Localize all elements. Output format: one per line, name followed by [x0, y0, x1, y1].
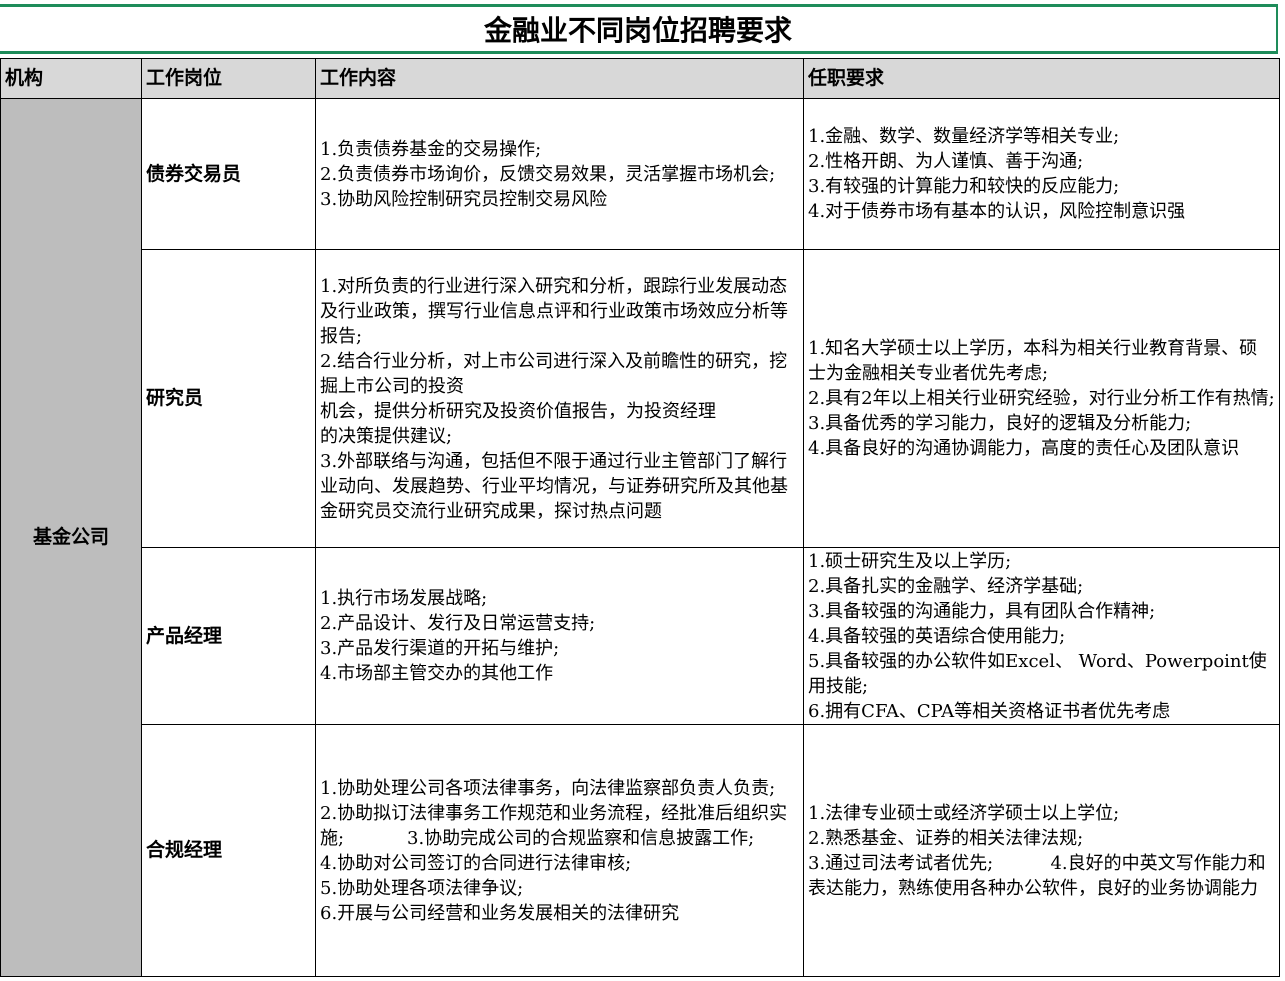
requirement-line: 3.具备优秀的学习能力，良好的逻辑及分析能力; [808, 413, 1192, 434]
header-row: 机构 工作岗位 工作内容 任职要求 [0, 58, 1280, 99]
content-line: 机会，提供分析研究及投资价值报告，为投资经理 [320, 400, 716, 422]
content-line: 1.负责债券基金的交易操作; [320, 138, 542, 160]
requirement-line: 2.性格开朗、为人谨慎、善于沟通; [808, 151, 1084, 172]
content-line: 1.协助处理公司各项法律事务，向法律监察部负责人负责; [320, 777, 776, 799]
requirement-line: 1.法律专业硕士或经济学硕士以上学位; [808, 802, 1120, 824]
requirement-line: 4.具备较强的英语综合使用能力; [808, 625, 1066, 647]
content-line: 5.协助处理各项法律争议; [320, 877, 524, 899]
content-line: 2.负责债券市场询价，反馈交易效果，灵活掌握市场机会; [320, 163, 776, 185]
requirement-line: 3.通过司法考试者优先; 4.良好的中英文写作能力和表达能力，熟练使用各种办公软… [808, 852, 1266, 899]
header-org[interactable]: 机构 [0, 58, 142, 99]
content-line: 4.市场部主管交办的其他工作 [320, 663, 554, 684]
requirement-line: 3.具备较强的沟通能力，具有团队合作精神; [808, 600, 1156, 622]
content-line: 2.协助拟订法律事务工作规范和业务流程，经批准后组织实施; 3.协助完成公司的合… [320, 802, 788, 849]
requirement-line: 2.熟悉基金、证券的相关法律法规; [808, 827, 1084, 849]
requirement-line: 4.具备良好的沟通协调能力，高度的责任心及团队意识 [808, 438, 1240, 459]
requirement-line: 1.金融、数学、数量经济学等相关专业; [808, 126, 1120, 147]
requirements-cell[interactable]: 1.法律专业硕士或经济学硕士以上学位; 2.熟悉基金、证券的相关法律法规; 3.… [803, 724, 1280, 977]
requirement-line: 2.具备扎实的金融学、经济学基础; [808, 575, 1084, 597]
requirements-cell[interactable]: 1.金融、数学、数量经济学等相关专业; 2.性格开朗、为人谨慎、善于沟通; 3.… [803, 98, 1280, 250]
requirements-cell[interactable]: 1.知名大学硕士以上学历，本科为相关行业教育背景、硕士为金融相关专业者优先考虑;… [803, 249, 1280, 548]
content-line: 1.执行市场发展战略; [320, 588, 488, 609]
content-line: 1.对所负责的行业进行深入研究和分析，跟踪行业发展动态及行业政策，撰写行业信息点… [320, 275, 788, 347]
header-position[interactable]: 工作岗位 [141, 58, 316, 99]
content-line: 4.协助对公司签订的合同进行法律审核; [320, 852, 632, 874]
position-cell[interactable]: 研究员 [141, 249, 316, 548]
content-line: 3.外部联络与沟通，包括但不限于通过行业主管部门了解行业动向、发展趋势、行业平均… [320, 450, 788, 522]
requirement-line: 1.知名大学硕士以上学历，本科为相关行业教育背景、硕士为金融相关专业者优先考虑; [808, 338, 1258, 384]
table-row: 合规经理 1.协助处理公司各项法律事务，向法律监察部负责人负责; 2.协助拟订法… [1, 724, 1280, 977]
position-cell[interactable]: 合规经理 [141, 724, 316, 977]
requirement-line: 5.具备较强的办公软件如Excel、 Word、Powerpoint使用技能; [808, 650, 1267, 697]
content-line: 2.结合行业分析，对上市公司进行深入及前瞻性的研究，挖掘上市公司的投资 [320, 350, 788, 397]
org-cell[interactable]: 基金公司 [0, 98, 142, 977]
position-cell[interactable]: 产品经理 [141, 547, 316, 725]
requirement-line: 3.有较强的计算能力和较快的反应能力; [808, 176, 1120, 197]
content-line: 3.产品发行渠道的开拓与维护; [320, 638, 560, 659]
content-cell[interactable]: 1.对所负责的行业进行深入研究和分析，跟踪行业发展动态及行业政策，撰写行业信息点… [315, 249, 804, 548]
requirement-line: 4.对于债券市场有基本的认识，风险控制意识强 [808, 201, 1186, 222]
content-line: 的决策提供建议; [320, 425, 453, 447]
header-requirements[interactable]: 任职要求 [803, 58, 1280, 99]
content-line: 3.协助风险控制研究员控制交易风险 [320, 188, 608, 210]
requirements-cell[interactable]: 1.硕士研究生及以上学历; 2.具备扎实的金融学、经济学基础; 3.具备较强的沟… [803, 547, 1280, 725]
header-content[interactable]: 工作内容 [315, 58, 804, 99]
sheet-title: 金融业不同岗位招聘要求 [0, 4, 1278, 54]
content-cell[interactable]: 1.负责债券基金的交易操作; 2.负责债券市场询价，反馈交易效果，灵活掌握市场机… [315, 98, 804, 250]
requirement-line: 2.具有2年以上相关行业研究经验，对行业分析工作有热情; [808, 388, 1275, 409]
position-cell[interactable]: 债券交易员 [141, 98, 316, 250]
table-row: 研究员 1.对所负责的行业进行深入研究和分析，跟踪行业发展动态及行业政策，撰写行… [1, 249, 1280, 548]
content-line: 2.产品设计、发行及日常运营支持; [320, 613, 596, 634]
content-cell[interactable]: 1.协助处理公司各项法律事务，向法律监察部负责人负责; 2.协助拟订法律事务工作… [315, 724, 804, 977]
recruitment-table: 机构 工作岗位 工作内容 任职要求 基金公司 债券交易员 1.负责债券基金的交易… [0, 58, 1280, 977]
table-row: 基金公司 债券交易员 1.负责债券基金的交易操作; 2.负责债券市场询价，反馈交… [0, 98, 1280, 977]
content-line: 6.开展与公司经营和业务发展相关的法律研究 [320, 902, 680, 924]
content-cell[interactable]: 1.执行市场发展战略; 2.产品设计、发行及日常运营支持; 3.产品发行渠道的开… [315, 547, 804, 725]
requirement-line: 1.硕士研究生及以上学历; [808, 550, 1012, 572]
table-row: 产品经理 1.执行市场发展战略; 2.产品设计、发行及日常运营支持; 3.产品发… [1, 547, 1280, 725]
requirement-line: 6.拥有CFA、CPA等相关资格证书者优先考虑 [808, 700, 1171, 722]
